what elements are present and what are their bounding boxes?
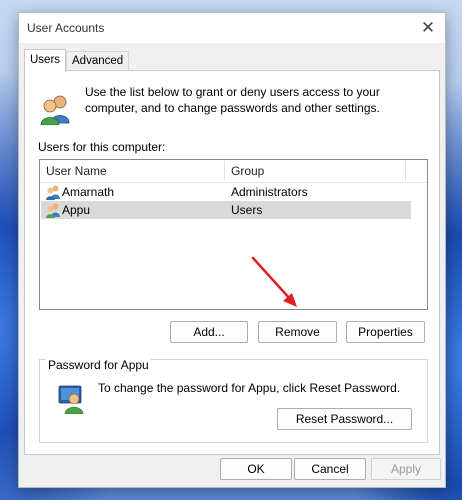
column-header-group[interactable]: Group <box>225 160 405 182</box>
ok-button[interactable]: OK <box>220 458 292 480</box>
users-tab-panel: Use the list below to grant or deny user… <box>24 70 440 455</box>
cancel-button[interactable]: Cancel <box>294 458 366 480</box>
user-accounts-dialog: User Accounts ✕ Users Advanced Use the l… <box>18 12 446 488</box>
users-icon <box>40 95 70 125</box>
tab-advanced[interactable]: Advanced <box>66 51 130 70</box>
user-icon <box>46 203 60 218</box>
column-header-user-name[interactable]: User Name <box>40 160 224 182</box>
apply-button[interactable]: Apply <box>371 458 441 480</box>
password-group-title: Password for Appu <box>46 358 151 372</box>
users-list-label: Users for this computer: <box>38 140 166 154</box>
add-button[interactable]: Add... <box>170 321 248 343</box>
reset-password-button[interactable]: Reset Password... <box>277 408 412 430</box>
list-item[interactable]: Amarnath Administrators <box>41 183 411 201</box>
user-group-cell: Administrators <box>231 185 308 199</box>
intro-text: Use the list below to grant or deny user… <box>85 85 380 115</box>
tab-users[interactable]: Users <box>24 49 67 72</box>
column-divider[interactable] <box>405 161 406 181</box>
user-group-cell: Users <box>231 203 263 217</box>
password-group: Password for Appu To change the password… <box>39 358 428 443</box>
users-list[interactable]: User Name Group Amarnath Administrators <box>39 159 428 310</box>
properties-button[interactable]: Properties <box>346 321 425 343</box>
password-instruction: To change the password for Appu, click R… <box>98 381 401 395</box>
user-name-cell: Appu <box>62 203 91 217</box>
remove-button[interactable]: Remove <box>258 321 337 343</box>
window-title: User Accounts <box>27 21 105 35</box>
title-bar: User Accounts ✕ <box>19 13 445 43</box>
close-icon[interactable]: ✕ <box>417 17 439 39</box>
user-password-icon <box>58 385 84 414</box>
list-item-selected[interactable]: Appu Users <box>41 201 411 219</box>
user-name-cell: Amarnath <box>62 185 115 199</box>
list-header: User Name Group <box>40 160 427 183</box>
user-icon <box>46 185 60 200</box>
